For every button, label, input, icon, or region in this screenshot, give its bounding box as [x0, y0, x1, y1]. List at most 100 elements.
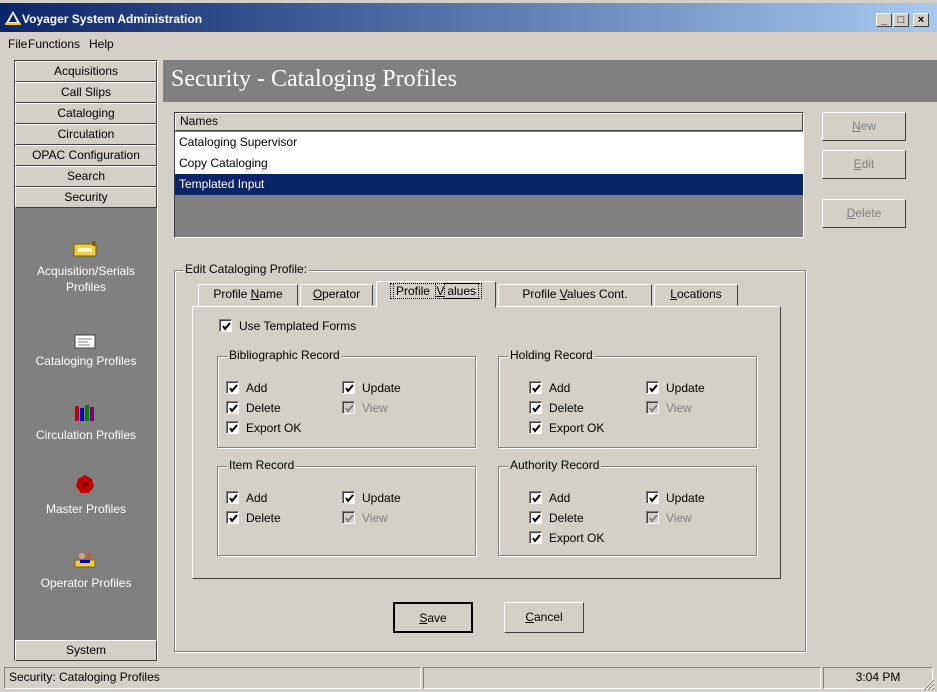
checkbox-label: Export OK	[246, 421, 302, 435]
maximize-button[interactable]: □	[893, 13, 909, 27]
edit-button[interactable]: Edit	[822, 150, 906, 179]
tab-profile-name[interactable]: Profile Name	[198, 284, 298, 306]
checkbox-label: Export OK	[549, 531, 605, 545]
cancel-label-post: ancel	[533, 610, 563, 624]
save-label-post: ave	[427, 611, 447, 625]
menu-file[interactable]: File	[8, 37, 27, 51]
checkbox-label: Use Templated Forms	[239, 319, 357, 333]
check-icon	[532, 384, 541, 393]
checkbox-box	[219, 319, 232, 332]
check-icon	[229, 514, 238, 523]
holding-record-group: Add Delete Export OK Update View	[498, 356, 757, 448]
sidebar-item-label-line2: Profiles	[65, 280, 106, 294]
minimize-button[interactable]: _	[876, 13, 892, 27]
window-title: Voyager System Administration	[22, 12, 203, 26]
tab-label-post: ame	[259, 287, 283, 301]
title-bar[interactable]: Voyager System Administration _ □ ×	[0, 3, 937, 32]
checkbox-box	[646, 511, 659, 524]
checkbox-box	[226, 511, 239, 524]
acquisition-profile-icon	[73, 241, 97, 257]
bibliographic-record-label: Bibliographic Record	[227, 348, 342, 362]
cancel-label-key: C	[525, 610, 534, 624]
names-column-header[interactable]: Names	[175, 113, 803, 131]
check-icon	[649, 494, 658, 503]
checkbox-box	[226, 381, 239, 394]
checkbox-label: View	[362, 401, 388, 415]
checkbox-label: Export OK	[549, 421, 605, 435]
cancel-button[interactable]: Cancel	[504, 602, 584, 633]
delete-button[interactable]: Delete	[822, 199, 906, 228]
checkbox-label: Update	[362, 381, 401, 395]
item-record-group: Add Delete Update View	[217, 466, 476, 556]
check-icon	[345, 404, 354, 413]
checkbox-label: Add	[549, 491, 571, 505]
check-icon	[229, 404, 238, 413]
checkbox-box	[529, 511, 542, 524]
cataloging-profile-icon	[74, 334, 96, 349]
sidebar-item-label: Master Profiles	[45, 502, 127, 516]
tab-label-post: ocations	[676, 287, 722, 301]
new-label-key: N	[851, 119, 861, 133]
new-button[interactable]: New	[822, 112, 906, 141]
checkbox-box	[342, 401, 355, 414]
sidebar-module-system[interactable]: System	[15, 640, 157, 661]
sidebar-module-search[interactable]: Search	[15, 166, 157, 187]
checkbox-label: View	[666, 511, 692, 525]
tab-profile-values[interactable]: Profile Values	[376, 281, 496, 308]
sidebar-module-acquisitions[interactable]: Acquisitions	[15, 61, 157, 82]
checkbox-label: Update	[666, 491, 705, 505]
menu-help[interactable]: Help	[89, 37, 114, 51]
checkbox-box	[342, 491, 355, 504]
sidebar-item-label: Operator Profiles	[40, 576, 132, 590]
check-icon	[649, 384, 658, 393]
tab-label-post: alues	[444, 283, 480, 299]
tab-label-key: L	[670, 287, 677, 301]
checkbox-box	[529, 491, 542, 504]
bibliographic-record-group: Add Delete Export OK Update View	[217, 356, 476, 448]
tab-label-post: alues Cont.	[566, 287, 628, 301]
checkbox-label: Add	[246, 381, 268, 395]
operator-profile-icon	[74, 553, 96, 568]
check-icon	[345, 384, 354, 393]
sidebar-module-cataloging[interactable]: Cataloging	[15, 103, 157, 124]
checkbox-box	[342, 381, 355, 394]
sidebar-module-security[interactable]: Security	[15, 187, 157, 208]
check-icon	[229, 384, 238, 393]
tab-operator[interactable]: Operator	[300, 284, 373, 306]
check-icon	[229, 424, 238, 433]
sidebar-module-circulation[interactable]: Circulation	[15, 124, 157, 145]
edit-label-key: E	[853, 157, 862, 171]
edit-profile-group-label: Edit Cataloging Profile:	[183, 262, 310, 276]
profile-values-panel: Use Templated Forms Add Delete Export OK…	[192, 306, 781, 579]
checkbox-box	[646, 381, 659, 394]
close-button[interactable]: ×	[913, 13, 929, 27]
checkbox-box	[529, 401, 542, 414]
check-icon	[649, 404, 658, 413]
profile-names-list[interactable]: Names Cataloging Supervisor Copy Catalog…	[174, 112, 804, 238]
list-item-selected[interactable]: Templated Input	[175, 174, 803, 195]
checkbox-label: Delete	[246, 401, 281, 415]
checkbox-box	[529, 381, 542, 394]
checkbox-label: Update	[362, 491, 401, 505]
status-text: Security: Cataloging Profiles	[4, 667, 421, 689]
resize-grip-icon[interactable]	[921, 677, 935, 691]
checkbox-label: View	[666, 401, 692, 415]
holding-record-label: Holding Record	[508, 348, 595, 362]
tab-label-post: perator	[322, 287, 361, 301]
check-icon	[532, 534, 541, 543]
checkbox-box	[529, 531, 542, 544]
checkbox-label: View	[362, 511, 388, 525]
checkbox-label: Delete	[549, 511, 584, 525]
menu-functions[interactable]: Functions	[28, 37, 80, 51]
list-item[interactable]: Copy Cataloging	[175, 153, 803, 174]
edit-label-post: dit	[861, 157, 875, 171]
sidebar-module-call-slips[interactable]: Call Slips	[15, 82, 157, 103]
list-item[interactable]: Cataloging Supervisor	[175, 132, 803, 153]
tab-label-pre: Profile	[213, 287, 251, 301]
checkbox-box	[226, 401, 239, 414]
save-button[interactable]: Save	[393, 602, 473, 633]
check-icon	[345, 494, 354, 503]
tab-profile-values-cont[interactable]: Profile Values Cont.	[498, 284, 652, 306]
tab-locations[interactable]: Locations	[654, 284, 738, 306]
sidebar-module-opac-configuration[interactable]: OPAC Configuration	[15, 145, 157, 166]
